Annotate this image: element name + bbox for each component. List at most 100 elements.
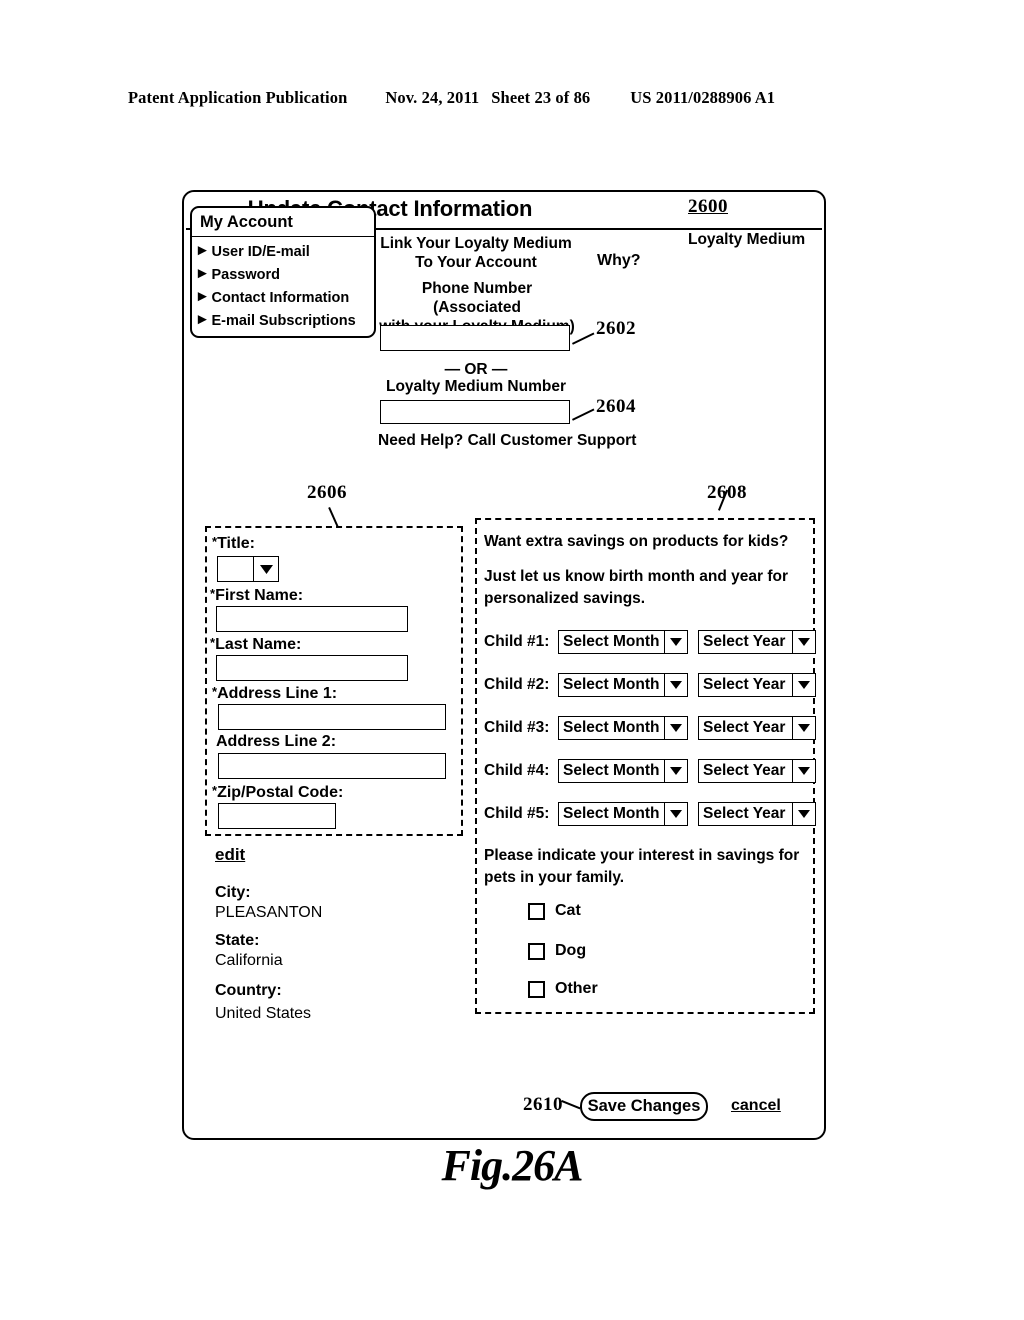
bullet-arrow-icon: ▶ <box>198 290 207 303</box>
customer-support-text: Need Help? Call Customer Support <box>378 432 637 449</box>
link-loyalty-heading: Link Your Loyalty Medium To Your Account <box>378 234 574 272</box>
publication-header: Patent Application Publication Nov. 24, … <box>128 88 896 108</box>
city-label: City: <box>215 884 251 901</box>
kids-savings-question: Want extra savings on products for kids? <box>484 533 789 550</box>
kids-savings-subtext: Just let us know birth month and year fo… <box>484 568 789 607</box>
child-4-month-select[interactable]: Select Month <box>558 759 688 783</box>
child-row: Child #1: Select Month Select Year <box>484 630 816 654</box>
child-3-year-value: Select Year <box>703 719 786 736</box>
last-name-input[interactable] <box>216 655 408 681</box>
pet-option-cat[interactable]: Cat <box>528 902 581 920</box>
child-5-month-value: Select Month <box>563 805 660 822</box>
bullet-arrow-icon: ▶ <box>198 267 207 280</box>
chevron-down-icon <box>792 803 815 825</box>
reference-numeral-2608: 2608 <box>707 482 747 504</box>
child-4-label: Child #4: <box>484 762 550 779</box>
zip-postal-code-label: *Zip/Postal Code: <box>212 783 344 801</box>
cancel-link[interactable]: cancel <box>731 1097 781 1115</box>
chevron-down-icon <box>664 717 687 739</box>
reference-numeral-2604: 2604 <box>596 396 636 417</box>
country-label: Country: <box>215 982 282 999</box>
child-2-year-value: Select Year <box>703 676 786 693</box>
child-4-year-value: Select Year <box>703 762 786 779</box>
why-link[interactable]: Why? <box>597 252 641 270</box>
child-2-month-select[interactable]: Select Month <box>558 673 688 697</box>
first-name-input[interactable] <box>216 606 408 632</box>
publication-header-date: Nov. 24, 2011 <box>385 88 480 107</box>
pet-option-other[interactable]: Other <box>528 980 598 998</box>
title-field-label: *Title: <box>212 534 255 552</box>
phone-number-label-line1: Phone Number (Associated <box>421 280 533 316</box>
title-select-value <box>218 557 253 581</box>
child-5-month-select[interactable]: Select Month <box>558 802 688 826</box>
edit-link[interactable]: edit <box>215 845 245 865</box>
chevron-down-icon <box>792 631 815 653</box>
loyalty-medium-number-label: Loyalty Medium Number <box>386 378 566 395</box>
save-changes-button[interactable]: Save Changes <box>580 1092 708 1121</box>
child-3-month-select[interactable]: Select Month <box>558 716 688 740</box>
bullet-arrow-icon: ▶ <box>198 244 207 257</box>
sidebar-item-label: Password <box>211 266 280 283</box>
child-5-year-value: Select Year <box>703 805 786 822</box>
address-line-1-label: *Address Line 1: <box>212 684 338 702</box>
figure-caption: Fig.26A <box>441 1141 584 1190</box>
pet-option-dog[interactable]: Dog <box>528 942 586 960</box>
chevron-down-icon <box>664 760 687 782</box>
address-line-2-label: Address Line 2: <box>216 733 337 750</box>
child-row: Child #3: Select Month Select Year <box>484 716 816 740</box>
child-1-year-select[interactable]: Select Year <box>698 630 816 654</box>
loyalty-medium-corner-label: Loyalty Medium <box>688 231 806 248</box>
publication-header-sheet: Sheet 23 of 86 <box>491 88 591 107</box>
loyalty-medium-number-input[interactable] <box>380 400 570 424</box>
chevron-down-icon <box>664 803 687 825</box>
child-1-year-value: Select Year <box>703 633 786 650</box>
child-4-year-select[interactable]: Select Year <box>698 759 816 783</box>
or-divider: — OR — <box>444 361 508 378</box>
reference-numeral-2606: 2606 <box>307 482 347 503</box>
child-3-month-value: Select Month <box>563 719 660 736</box>
checkbox-other[interactable] <box>528 980 545 998</box>
sidebar-list: ▶ User ID/E-mail ▶ Password ▶ Contact In… <box>198 240 374 332</box>
sidebar-item-contact-information[interactable]: ▶ Contact Information <box>198 286 374 309</box>
zip-postal-code-input[interactable] <box>218 803 336 829</box>
child-2-month-value: Select Month <box>563 676 660 693</box>
child-2-label: Child #2: <box>484 676 550 693</box>
sidebar-item-password[interactable]: ▶ Password <box>198 263 374 286</box>
child-3-label: Child #3: <box>484 719 550 736</box>
sidebar-item-label: Contact Information <box>211 289 350 306</box>
child-4-month-value: Select Month <box>563 762 660 779</box>
sidebar-item-label: E-mail Subscriptions <box>211 312 356 329</box>
first-name-label: *First Name: <box>210 586 304 604</box>
checkbox-cat[interactable] <box>528 902 545 920</box>
reference-numeral-2602: 2602 <box>596 318 636 339</box>
child-5-label: Child #5: <box>484 805 550 822</box>
state-value: California <box>215 952 283 969</box>
sidebar: My Account ▶ User ID/E-mail ▶ Password ▶… <box>190 206 376 338</box>
sidebar-item-email-subscriptions[interactable]: ▶ E-mail Subscriptions <box>198 309 374 332</box>
chevron-down-icon <box>253 557 278 581</box>
link-loyalty-heading-line1: Link Your Loyalty Medium <box>380 235 572 252</box>
chevron-down-icon <box>664 631 687 653</box>
reference-numeral-2600: 2600 <box>688 196 728 217</box>
reference-numeral-2610: 2610 <box>523 1094 563 1115</box>
chevron-down-icon <box>792 760 815 782</box>
chevron-down-icon <box>792 717 815 739</box>
title-select[interactable] <box>217 556 279 582</box>
child-3-year-select[interactable]: Select Year <box>698 716 816 740</box>
child-row: Child #4: Select Month Select Year <box>484 759 816 783</box>
sidebar-title: My Account <box>200 213 293 231</box>
child-5-year-select[interactable]: Select Year <box>698 802 816 826</box>
child-1-month-select[interactable]: Select Month <box>558 630 688 654</box>
publication-header-patent-number: US 2011/0288906 A1 <box>630 88 776 107</box>
country-value: United States <box>215 1005 312 1022</box>
link-loyalty-heading-line2: To Your Account <box>415 254 537 271</box>
address-line-1-input[interactable] <box>218 704 446 730</box>
publication-header-title: Patent Application Publication <box>128 88 348 107</box>
child-2-year-select[interactable]: Select Year <box>698 673 816 697</box>
pet-option-label: Dog <box>555 942 587 959</box>
phone-number-input[interactable] <box>380 325 570 351</box>
sidebar-divider <box>192 236 374 237</box>
sidebar-item-user-id-email[interactable]: ▶ User ID/E-mail <box>198 240 374 263</box>
checkbox-dog[interactable] <box>528 942 545 960</box>
address-line-2-input[interactable] <box>218 753 446 779</box>
